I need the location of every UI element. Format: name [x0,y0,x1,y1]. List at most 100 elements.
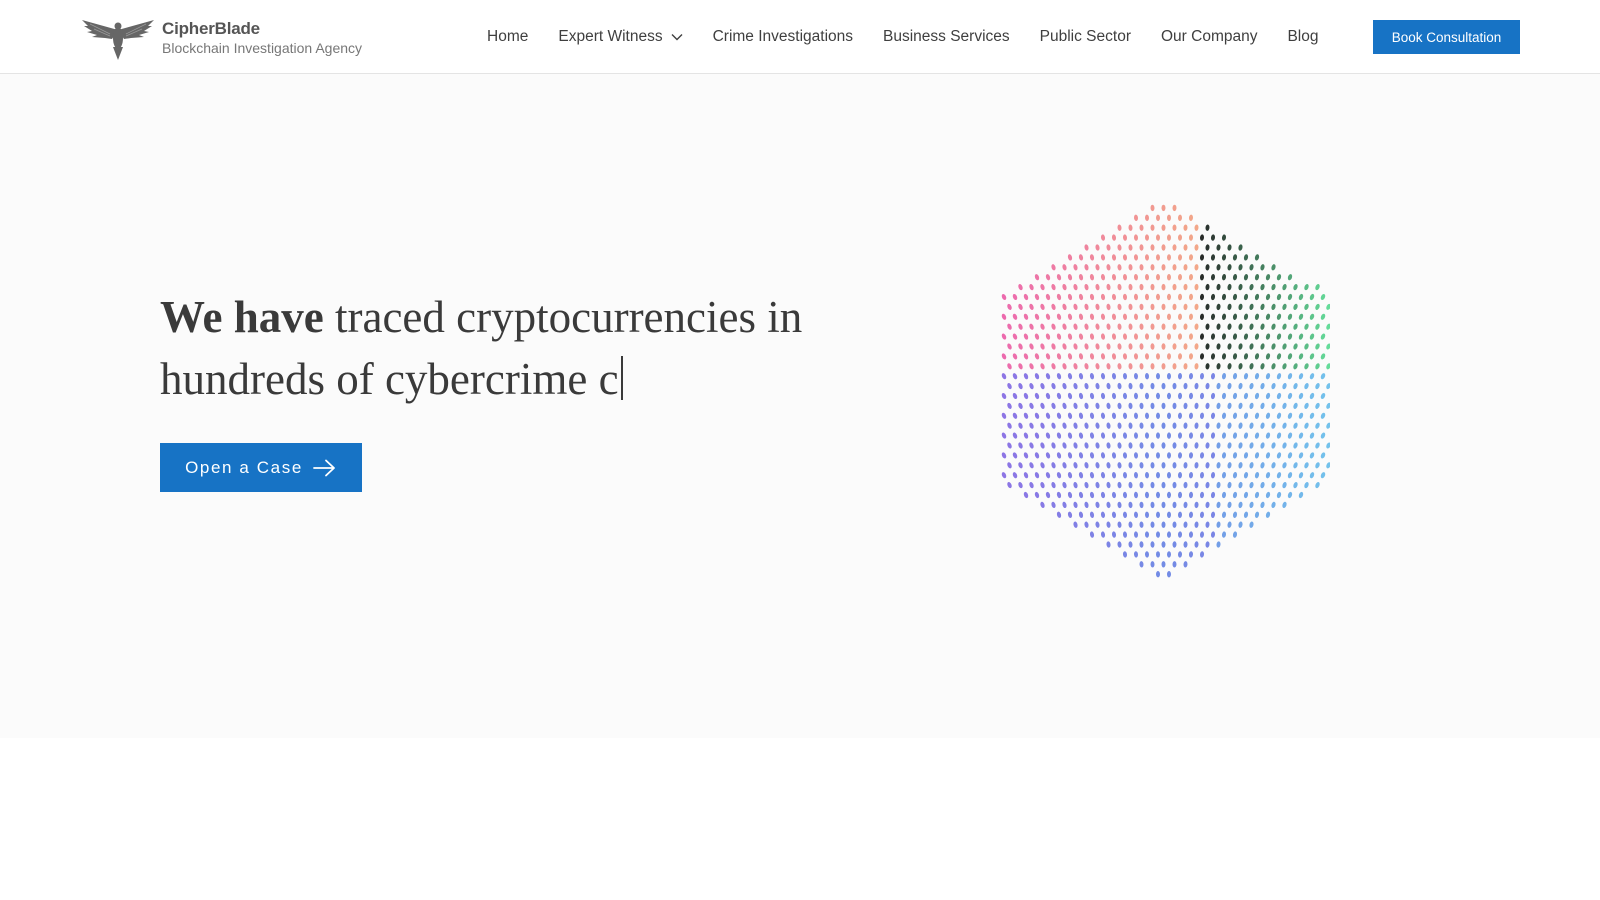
brand-name: CipherBlade [162,19,260,38]
cube-dot [1018,402,1023,409]
cube-dot [1128,402,1133,410]
cube-dot [1221,531,1227,538]
cube-dot [1089,254,1095,261]
nav-item-expert-witness[interactable]: Expert Witness [558,28,683,46]
cube-dot [1287,432,1293,439]
cube-dot [1326,303,1330,310]
cube-dot [1155,472,1161,479]
cube-dot [1023,452,1029,459]
cube-dot [1001,313,1007,320]
cube-dot [1210,452,1216,459]
cube-dot [1183,422,1188,429]
cube-dot [1018,462,1023,469]
cube-dot [1067,511,1073,518]
cube-dot [1271,283,1276,291]
cube-dot [1117,363,1122,370]
cube-dot [1199,452,1205,459]
cube-dot [1073,442,1078,449]
cube-dot [1205,382,1210,390]
cube-dot [1155,313,1161,320]
cube-dot [1172,521,1177,528]
cube-dot [1293,323,1298,330]
cube-dot [1056,452,1062,459]
nav-item-crime-investigations[interactable]: Crime Investigations [713,28,853,46]
cube-dot [1051,264,1056,271]
cube-dot [1249,323,1254,330]
cube-dot [1128,382,1133,390]
cube-dot [1199,491,1205,499]
cube-dot [1128,521,1133,528]
cube-dot [1194,521,1199,528]
nav-item-business-services[interactable]: Business Services [883,28,1010,46]
cube-dot [1188,392,1194,400]
nav-item-label: Blog [1287,27,1319,45]
book-consultation-button[interactable]: Book Consultation [1373,20,1520,54]
cube-dot [1293,442,1298,449]
cube-dot [1249,402,1254,410]
cube-dot [1254,452,1260,459]
cube-dot [1232,432,1238,439]
cube-dot [1133,254,1139,261]
hero-heading: We have traced cryptocurrencies in hundr… [160,286,880,410]
cube-dot [1106,442,1111,449]
cube-dot [1238,481,1243,489]
cube-dot [1078,353,1084,360]
cube-dot [1018,482,1023,489]
chevron-down-icon[interactable] [671,33,683,41]
cube-dot [1260,303,1265,311]
cube-dot [1249,481,1254,489]
nav-item-our-company[interactable]: Our Company [1161,28,1257,46]
cube-dot [1161,244,1166,251]
cube-dot [1073,382,1078,390]
cube-dot [1271,363,1276,370]
cube-dot [1210,491,1216,499]
nav-item-blog[interactable]: Blog [1287,28,1318,46]
cube-dot [1018,422,1023,429]
cube-dot [1188,432,1194,439]
cube-dot [1265,353,1271,360]
cube-dot [1106,402,1111,410]
cube-dot [1023,392,1029,400]
cube-dot [1078,274,1084,281]
cube-dot [1309,333,1315,340]
cube-dot [1029,482,1034,489]
cube-dot [1018,323,1023,330]
cube-dot [1276,452,1282,459]
cube-dot [1227,283,1232,291]
nav-item-public-sector[interactable]: Public Sector [1040,28,1131,46]
cube-dot [1161,303,1166,311]
nav-item-home[interactable]: Home [487,28,528,46]
cube-dot [1183,521,1188,528]
cube-dot [1001,472,1007,479]
cube-dot [1199,472,1205,479]
hero-heading-bold: We have [160,292,324,342]
cube-dot [1271,501,1276,509]
open-case-button[interactable]: Open a Case [160,443,362,492]
cube-dot [1287,472,1293,479]
cube-dot [1056,373,1062,380]
cube-dot [1001,353,1007,360]
cube-dot [1232,373,1238,380]
cube-dot [1062,303,1067,311]
cube-dot [1122,254,1128,261]
cube-dot [1276,274,1282,281]
cube-dot [1040,343,1045,350]
cube-dot [1293,402,1298,409]
cube-dot [1122,412,1128,419]
brand-text: CipherBlade Blockchain Investigation Age… [162,19,362,57]
cube-dot [1089,373,1095,380]
cube-dot [1133,234,1139,241]
cube-dot [1084,283,1089,291]
cube-dot [1111,234,1117,241]
cube-dot [1177,214,1183,221]
cube-dot [1172,323,1177,330]
cube-dot [1177,511,1183,518]
cube-dot [1089,274,1095,281]
cube-dot [1216,481,1221,489]
cube-dot [1133,313,1139,320]
cube-dot [1122,234,1128,241]
cube-dot [1249,382,1254,390]
cube-dot [1084,244,1089,251]
brand-logo-link[interactable]: CipherBlade Blockchain Investigation Age… [80,16,362,60]
cube-dot [1172,303,1177,311]
